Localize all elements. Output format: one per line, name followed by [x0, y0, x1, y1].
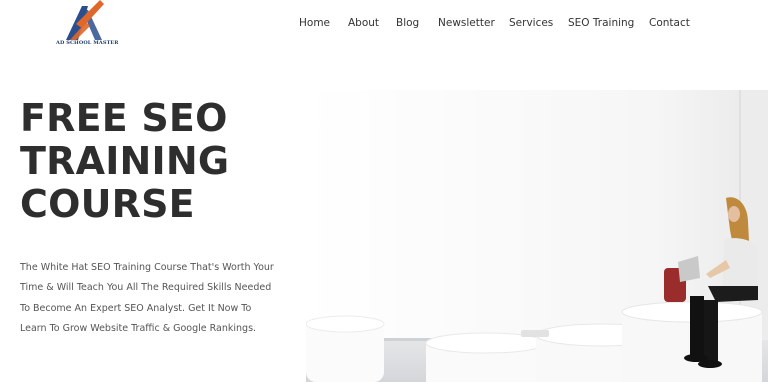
nav-item-newsletter[interactable]: Newsletter: [438, 17, 495, 29]
nav-item-blog[interactable]: Blog: [396, 17, 419, 29]
nav-item-contact[interactable]: Contact: [649, 17, 690, 29]
nav-item-about[interactable]: About: [348, 17, 379, 29]
hero-title-line: COURSE: [20, 182, 195, 226]
hero-title-line: FREE SEO: [20, 96, 228, 140]
hero-title-line: TRAINING: [20, 139, 230, 183]
hero-title: FREE SEO TRAINING COURSE: [20, 97, 300, 226]
hero-description: The White Hat SEO Training Course That's…: [20, 262, 274, 334]
logo-text: AD SCHOOL MASTER: [56, 40, 119, 46]
logo-mark-icon: [66, 0, 104, 40]
site-logo[interactable]: AD SCHOOL MASTER: [56, 0, 119, 52]
nav-item-home[interactable]: Home: [299, 17, 330, 29]
nav-item-services[interactable]: Services: [509, 17, 553, 29]
hero-photo: [306, 90, 768, 382]
woman-with-laptop-photo-icon: [306, 90, 768, 382]
nav-item-seo-training[interactable]: SEO Training: [568, 17, 634, 29]
